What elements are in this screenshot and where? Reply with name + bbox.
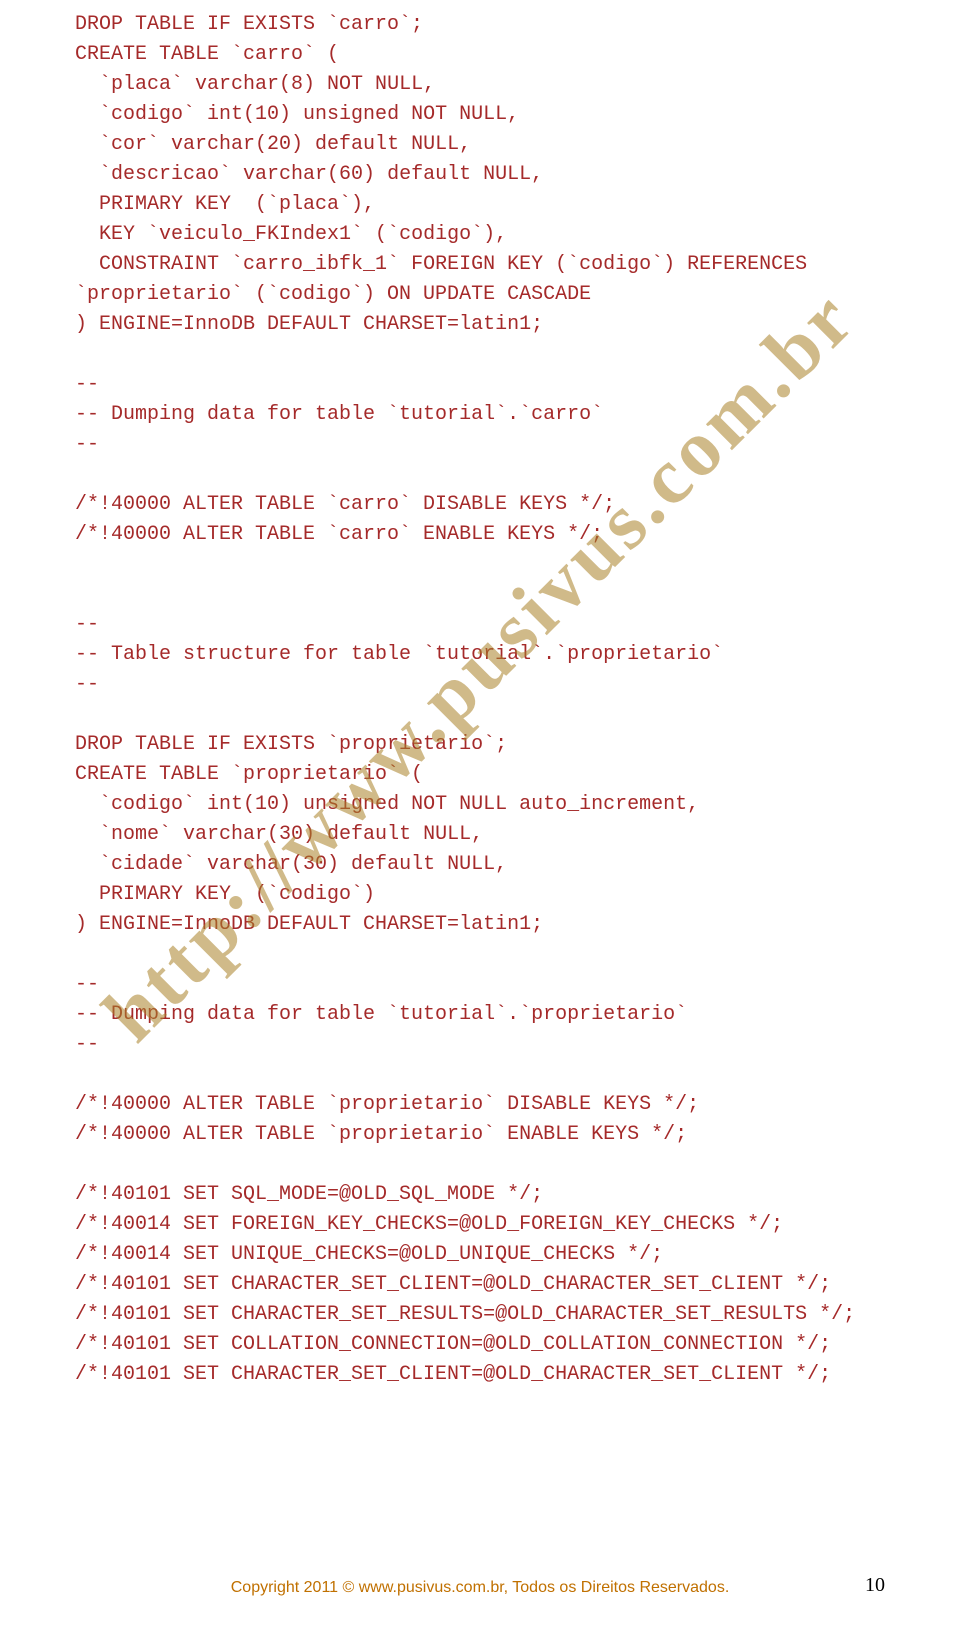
document-page: http://www.pusivus.com.br DROP TABLE IF … — [0, 0, 960, 1625]
page-number: 10 — [865, 1574, 885, 1597]
page-footer: Copyright 2011 © www.pusivus.com.br, Tod… — [0, 1579, 960, 1597]
footer-copyright: Copyright 2011 © www.pusivus.com.br, Tod… — [231, 1579, 730, 1596]
sql-code-block: DROP TABLE IF EXISTS `carro`; CREATE TAB… — [75, 10, 885, 1390]
